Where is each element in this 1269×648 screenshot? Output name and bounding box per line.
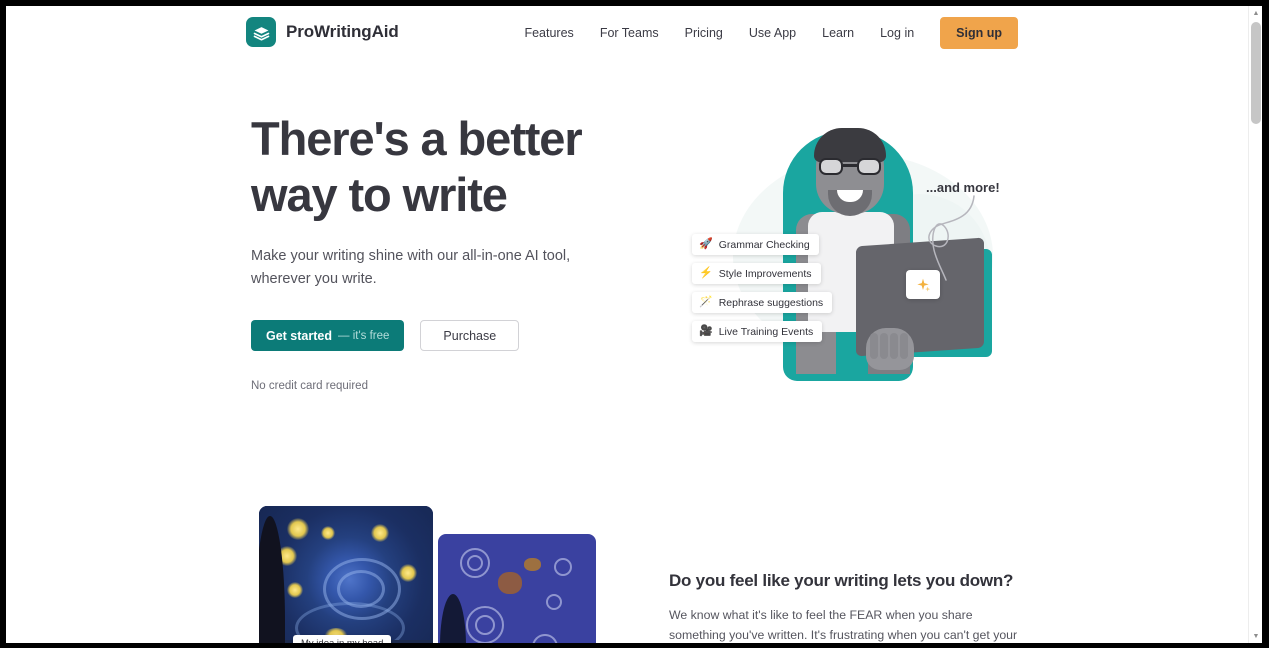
sparkles-icon <box>906 270 940 299</box>
brand-logo-link[interactable]: ProWritingAid <box>246 17 399 47</box>
lower-section-body: We know what it's like to feel the FEAR … <box>669 608 1018 642</box>
scrollbar-thumb[interactable] <box>1251 22 1261 124</box>
feature-chip-label: Live Training Events <box>718 325 814 338</box>
get-started-note: — it's free <box>338 329 390 342</box>
hero-subtitle: Make your writing shine with our all-in-… <box>251 248 571 287</box>
nav-link-log-in[interactable]: Log in <box>867 18 927 48</box>
glasses-lens-right <box>857 158 881 175</box>
scroll-up-arrow-icon[interactable]: ▲ <box>1249 6 1262 20</box>
paint-blot <box>524 558 541 571</box>
brand-name: ProWritingAid <box>286 22 399 41</box>
magic-wand-icon: 🪄 <box>699 296 713 308</box>
finger <box>900 333 908 359</box>
feature-chip-label: Rephrase suggestions <box>718 296 824 309</box>
star <box>399 564 417 582</box>
feature-chip-live-training-events: 🎥 Live Training Events <box>692 321 823 342</box>
feature-chip-list: 🚀 Grammar Checking ⚡ Style Improvements … <box>692 234 833 342</box>
feature-chip-grammar-checking: 🚀 Grammar Checking <box>692 234 819 255</box>
main-navigation: Features For Teams Pricing Use App Learn… <box>511 17 1018 49</box>
feature-chip-label: Grammar Checking <box>718 238 810 251</box>
purchase-button[interactable]: Purchase <box>420 320 520 351</box>
finger <box>870 333 878 359</box>
lower-copy-block: Do you feel like your writing lets you d… <box>669 571 1019 643</box>
curly-pointer-line <box>928 195 975 281</box>
idea-caption-label: My idea in my head <box>293 635 392 643</box>
and-more-label: ...and more! <box>926 180 1000 195</box>
lower-section-title: Do you feel like your writing lets you d… <box>669 571 1014 590</box>
doodle-spiral <box>554 558 572 576</box>
nav-link-learn[interactable]: Learn <box>809 18 867 48</box>
nav-link-pricing[interactable]: Pricing <box>672 18 736 48</box>
rocket-icon: 🚀 <box>699 238 713 250</box>
paint-blot <box>498 572 522 594</box>
glasses-bridge <box>843 164 857 167</box>
nav-link-use-app[interactable]: Use App <box>736 18 809 48</box>
plain-version-image <box>438 534 596 643</box>
hero-illustration: 🚀 Grammar Checking ⚡ Style Improvements … <box>678 106 1008 391</box>
doodle-spiral <box>546 594 562 610</box>
star <box>287 518 309 540</box>
finger <box>890 333 898 359</box>
sign-up-button[interactable]: Sign up <box>940 17 1018 49</box>
star <box>371 524 389 542</box>
plain-cypress-tree <box>440 594 466 643</box>
get-started-button[interactable]: Get started — it's free <box>251 320 405 351</box>
no-credit-card-note: No credit card required <box>251 380 368 392</box>
lightning-bolt-icon: ⚡ <box>699 267 713 279</box>
nav-link-features[interactable]: Features <box>511 18 586 48</box>
doodle-spiral <box>475 615 495 635</box>
get-started-label: Get started <box>266 328 332 343</box>
finger <box>880 333 888 359</box>
star <box>287 582 303 598</box>
page-canvas: ProWritingAid Features For Teams Pricing… <box>6 6 1262 643</box>
feature-chip-rephrase-suggestions: 🪄 Rephrase suggestions <box>692 292 833 313</box>
starry-night-image: My idea in my head <box>259 506 433 643</box>
hero-cta-group: Get started — it's free Purchase <box>251 320 611 351</box>
doodle-spiral <box>532 634 558 643</box>
star <box>321 526 335 540</box>
site-header: ProWritingAid Features For Teams Pricing… <box>6 6 1248 62</box>
stacked-pages-icon <box>246 17 276 47</box>
hand <box>866 328 914 370</box>
feature-chip-label: Style Improvements <box>718 267 812 280</box>
hero-copy-block: There's a better way to write Make your … <box>251 111 611 392</box>
page-scrollbar[interactable]: ▲ ▼ <box>1248 6 1262 643</box>
glasses-lens-left <box>819 158 843 175</box>
browser-window: ProWritingAid Features For Teams Pricing… <box>0 0 1269 648</box>
nav-link-for-teams[interactable]: For Teams <box>587 18 672 48</box>
glasses-icon <box>819 158 881 175</box>
hair <box>814 128 886 162</box>
video-camera-icon: 🎥 <box>699 325 713 337</box>
scroll-down-arrow-icon[interactable]: ▼ <box>1249 629 1262 643</box>
feature-chip-style-improvements: ⚡ Style Improvements <box>692 263 821 284</box>
doodle-spiral <box>467 555 483 571</box>
hero-title: There's a better way to write <box>251 112 583 221</box>
